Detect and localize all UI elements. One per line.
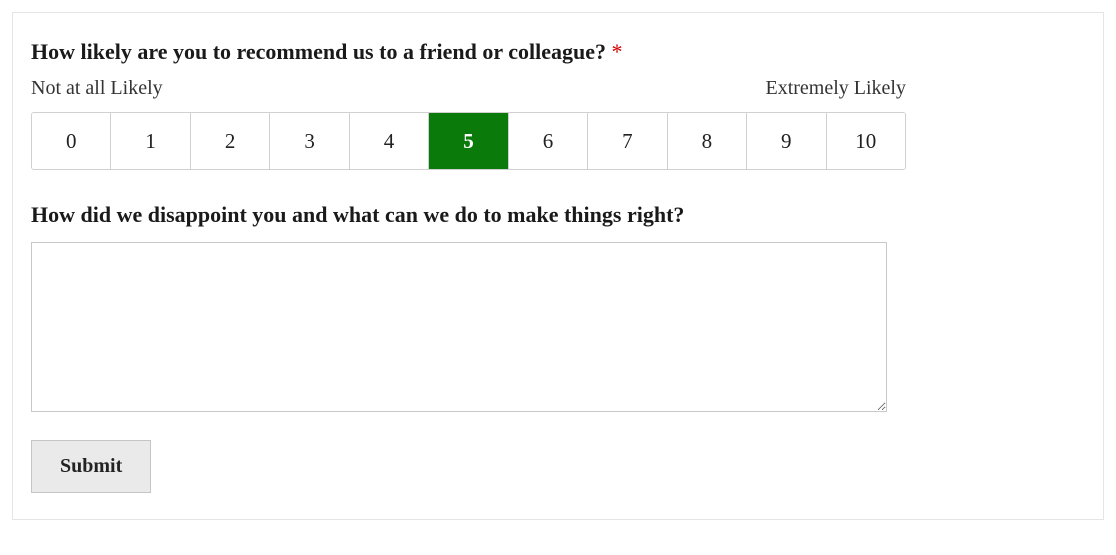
scale-option-8[interactable]: 8 — [668, 113, 747, 169]
scale-option-0[interactable]: 0 — [32, 113, 111, 169]
nps-question-label: How likely are you to recommend us to a … — [31, 39, 1085, 65]
scale-option-1[interactable]: 1 — [111, 113, 190, 169]
scale-option-9[interactable]: 9 — [747, 113, 826, 169]
submit-button[interactable]: Submit — [31, 440, 151, 493]
feedback-question-label: How did we disappoint you and what can w… — [31, 202, 1085, 228]
nps-question-text: How likely are you to recommend us to a … — [31, 39, 606, 64]
scale-option-4[interactable]: 4 — [350, 113, 429, 169]
scale-high-label: Extremely Likely — [765, 77, 906, 100]
required-marker: * — [612, 39, 623, 64]
scale-option-2[interactable]: 2 — [191, 113, 270, 169]
survey-form: How likely are you to recommend us to a … — [12, 12, 1104, 520]
scale-option-5[interactable]: 5 — [429, 113, 508, 169]
scale-option-10[interactable]: 10 — [827, 113, 905, 169]
scale-option-7[interactable]: 7 — [588, 113, 667, 169]
nps-scale: 0 1 2 3 4 5 6 7 8 9 10 — [31, 112, 906, 170]
scale-anchor-labels: Not at all Likely Extremely Likely — [31, 77, 906, 100]
scale-option-6[interactable]: 6 — [509, 113, 588, 169]
scale-option-3[interactable]: 3 — [270, 113, 349, 169]
scale-low-label: Not at all Likely — [31, 77, 163, 100]
feedback-textarea[interactable] — [31, 242, 887, 412]
